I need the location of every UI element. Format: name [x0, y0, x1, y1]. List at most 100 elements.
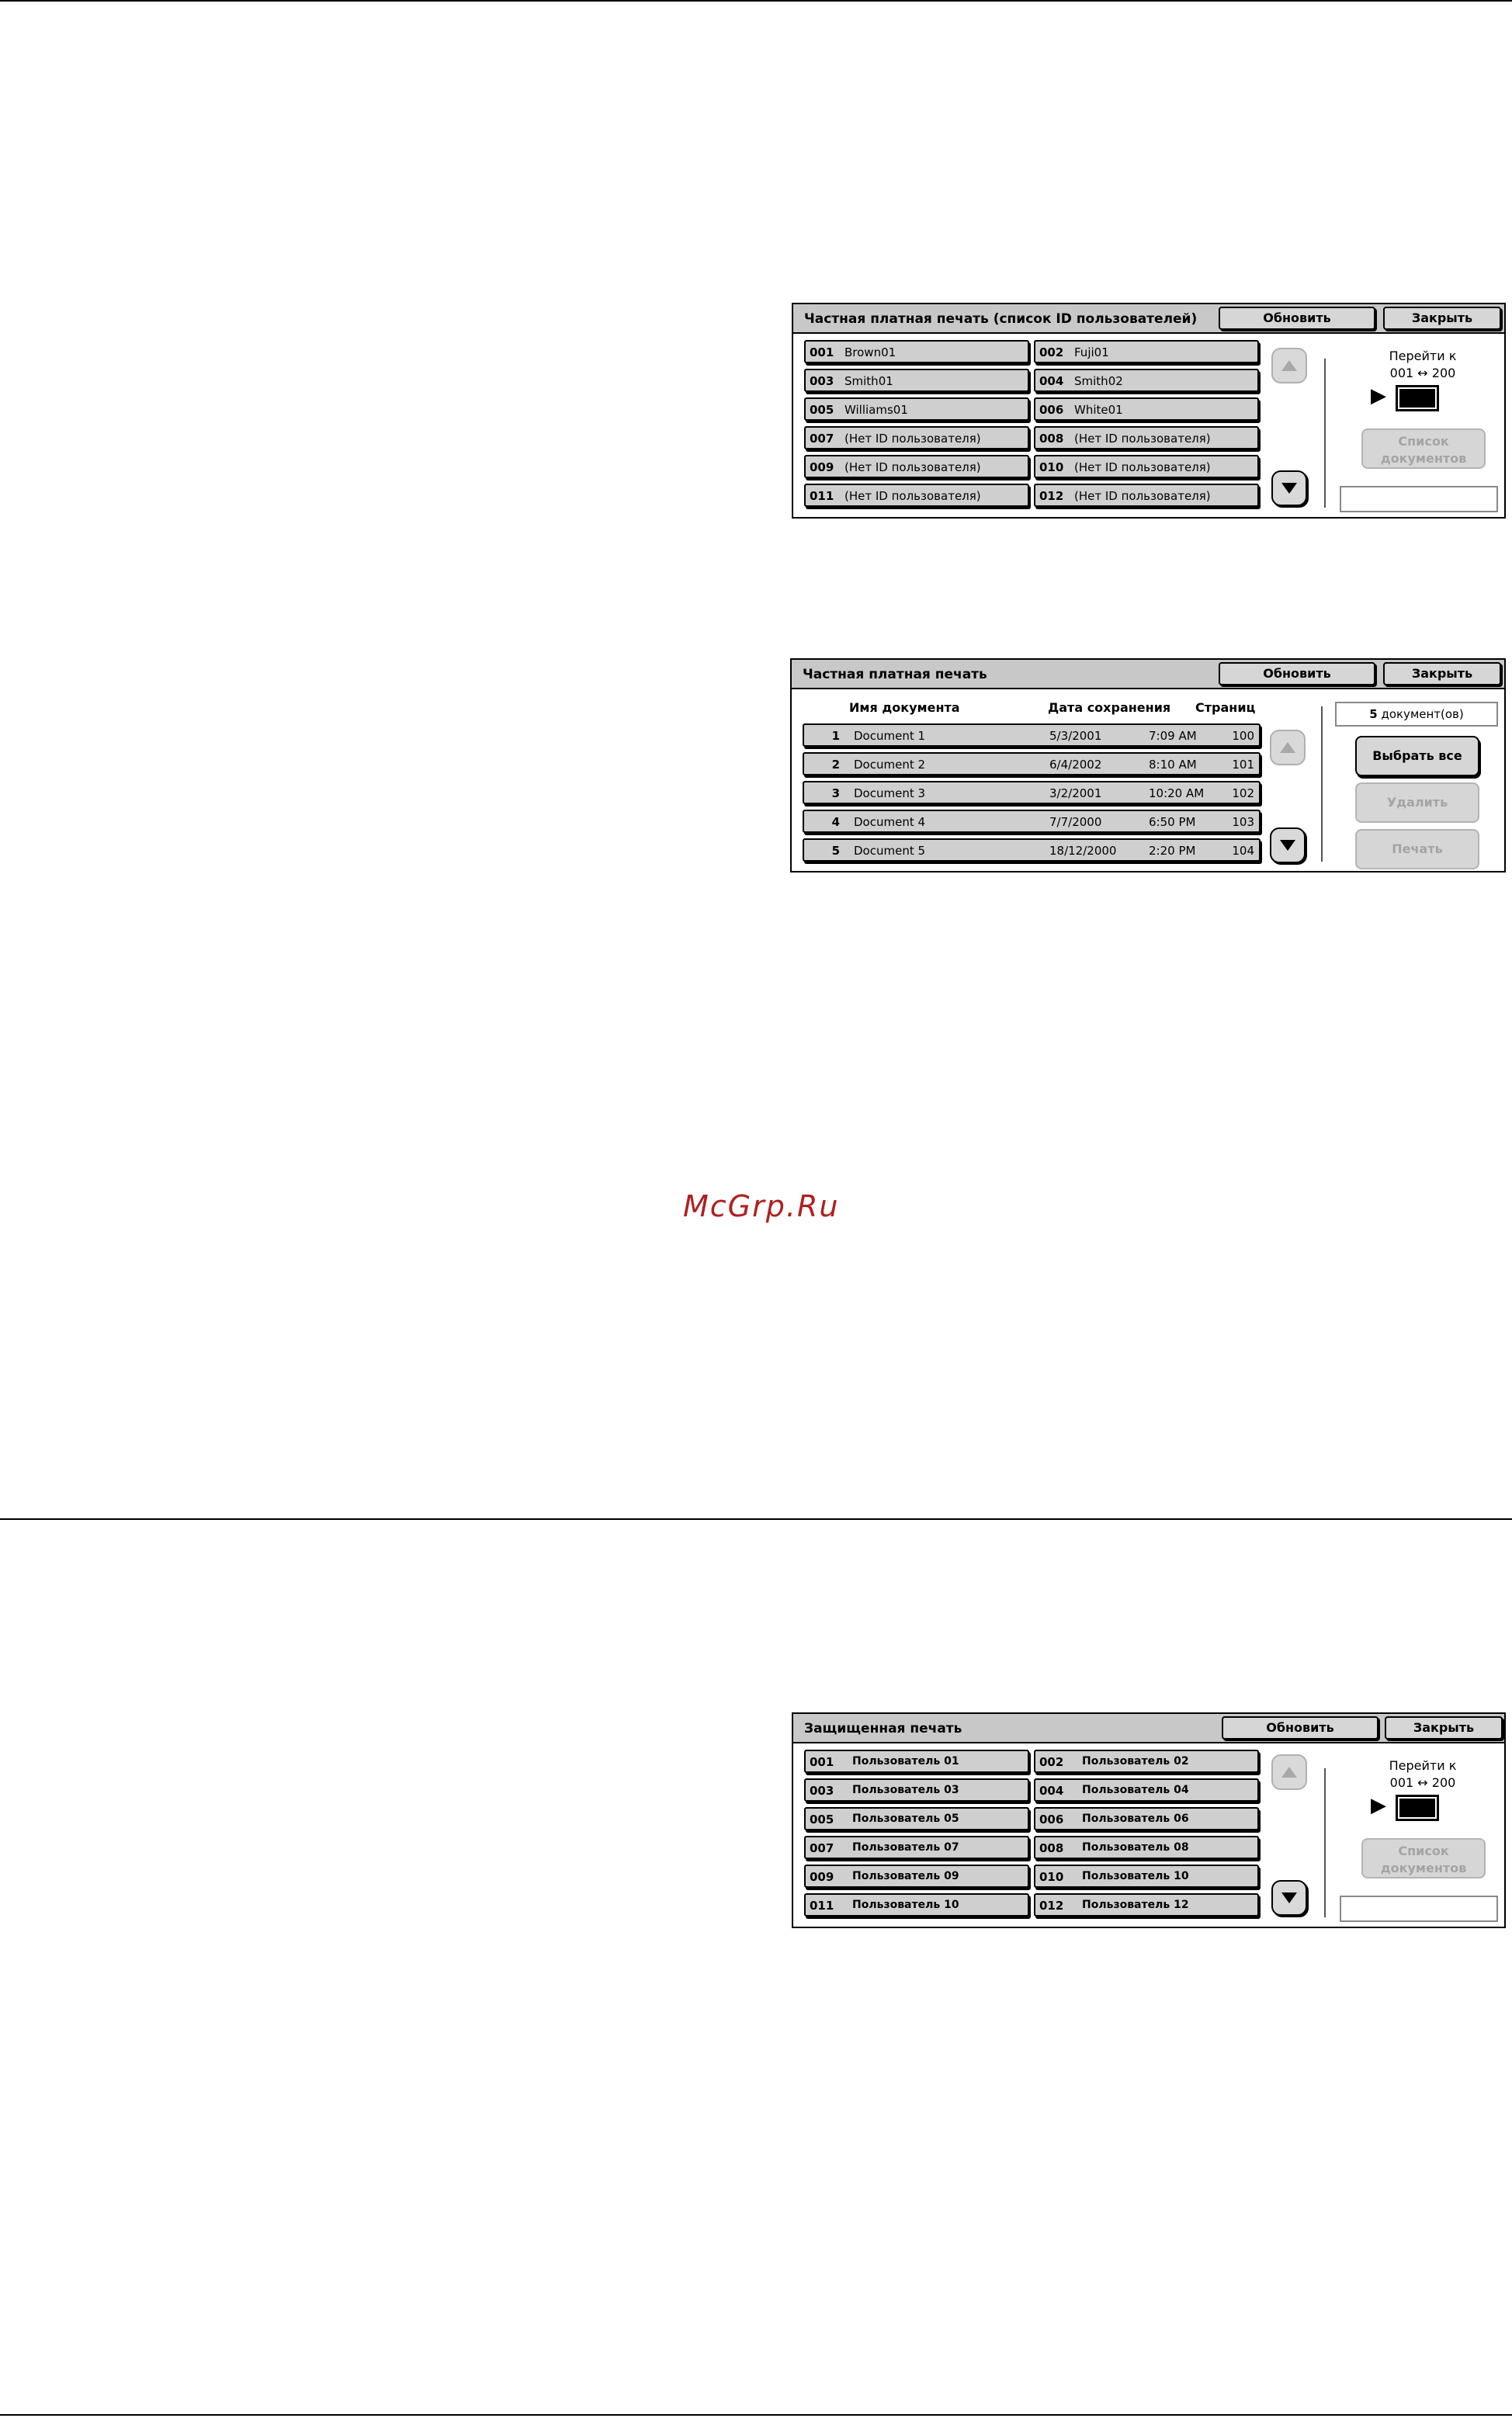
document-date: 18/12/2000	[1049, 844, 1117, 858]
user-number: 001	[810, 345, 834, 359]
title-bar: Частная платная печать Обновить Закрыть	[792, 660, 1504, 689]
user-id-button[interactable]: 007 Пользователь 07	[804, 1836, 1029, 1859]
document-name: Document 4	[854, 815, 926, 829]
user-id-button[interactable]: 009 Пользователь 09	[804, 1865, 1029, 1888]
play-arrow-icon: ▶	[1371, 1793, 1386, 1816]
close-button[interactable]: Закрыть	[1385, 1716, 1503, 1740]
document-row[interactable]: 2 Document 2 6/4/2002 8:10 AM 101	[803, 752, 1261, 775]
document-index: 1	[831, 729, 840, 743]
private-charge-print-document-panel: Частная платная печать Обновить Закрыть …	[790, 658, 1506, 872]
user-id-button[interactable]: 010 (Нет ID пользователя)	[1034, 455, 1259, 478]
document-date: 6/4/2002	[1049, 758, 1102, 772]
refresh-button[interactable]: Обновить	[1219, 662, 1375, 685]
user-number: 009	[810, 460, 834, 474]
refresh-button[interactable]: Обновить	[1222, 1716, 1378, 1740]
user-number: 002	[1039, 1755, 1064, 1769]
user-number: 005	[810, 1813, 834, 1827]
document-list-button[interactable]: Список документов	[1361, 1838, 1486, 1879]
goto-text: Перейти к	[1389, 349, 1457, 363]
scroll-up-button[interactable]	[1271, 1754, 1307, 1790]
user-number: 011	[810, 489, 834, 503]
document-list-button[interactable]: Список документов	[1361, 428, 1486, 469]
document-list-label-2: документов	[1380, 451, 1467, 466]
user-name: Brown01	[844, 345, 896, 359]
triangle-up-icon	[1281, 360, 1297, 371]
user-id-button[interactable]: 011 (Нет ID пользователя)	[804, 484, 1029, 507]
scroll-down-button[interactable]	[1271, 470, 1307, 506]
user-name: Пользователь 09	[852, 1870, 959, 1882]
document-index: 5	[831, 844, 840, 858]
document-row[interactable]: 3 Document 3 3/2/2001 10:20 AM 102	[803, 781, 1261, 804]
user-number: 008	[1039, 1841, 1064, 1855]
user-number: 006	[1039, 1813, 1064, 1827]
document-name: Document 5	[854, 844, 926, 858]
user-id-button[interactable]: 001 Brown01	[804, 340, 1029, 363]
user-number: 002	[1039, 345, 1064, 359]
column-header-pages: Страниц	[1195, 700, 1256, 715]
user-id-button[interactable]: 006 Пользователь 06	[1034, 1807, 1259, 1830]
user-id-button[interactable]: 009 (Нет ID пользователя)	[804, 455, 1029, 478]
goto-number-field[interactable]	[1396, 385, 1439, 411]
user-name: (Нет ID пользователя)	[844, 432, 981, 446]
user-number: 012	[1039, 489, 1064, 503]
close-button[interactable]: Закрыть	[1383, 307, 1501, 330]
user-id-button[interactable]: 003 Smith01	[804, 369, 1029, 392]
document-time: 6:50 PM	[1149, 815, 1196, 829]
user-number: 005	[810, 403, 834, 417]
user-number: 004	[1039, 1784, 1064, 1798]
user-number: 003	[810, 1784, 834, 1798]
goto-number-field[interactable]	[1396, 1795, 1439, 1821]
user-id-button[interactable]: 005 Williams01	[804, 397, 1029, 421]
select-all-button[interactable]: Выбрать все	[1355, 736, 1479, 776]
scroll-up-button[interactable]	[1271, 348, 1307, 383]
document-row[interactable]: 4 Document 4 7/7/2000 6:50 PM 103	[803, 810, 1261, 833]
user-id-button[interactable]: 008 Пользователь 08	[1034, 1836, 1259, 1859]
delete-button[interactable]: Удалить	[1355, 782, 1479, 823]
user-id-button[interactable]: 004 Smith02	[1034, 369, 1259, 392]
user-id-button[interactable]: 001 Пользователь 01	[804, 1750, 1029, 1773]
user-id-button[interactable]: 008 (Нет ID пользователя)	[1034, 426, 1259, 449]
refresh-button[interactable]: Обновить	[1219, 307, 1375, 330]
user-name: Пользователь 05	[852, 1813, 959, 1825]
user-id-button[interactable]: 003 Пользователь 03	[804, 1778, 1029, 1802]
document-count-field: 5 документ(ов)	[1335, 702, 1498, 727]
scroll-down-button[interactable]	[1271, 1880, 1307, 1916]
goto-range: 001 ↔ 200	[1389, 1775, 1456, 1790]
document-time: 10:20 AM	[1149, 786, 1205, 800]
scroll-up-button[interactable]	[1270, 730, 1306, 765]
panel-title: Частная платная печать	[803, 667, 987, 682]
document-name: Document 2	[854, 758, 926, 772]
user-number: 007	[810, 432, 834, 446]
user-name: Williams01	[844, 403, 908, 417]
user-name: Пользователь 03	[852, 1784, 959, 1796]
user-id-button[interactable]: 006 White01	[1034, 397, 1259, 421]
close-button[interactable]: Закрыть	[1383, 662, 1501, 685]
print-button[interactable]: Печать	[1355, 829, 1479, 869]
column-header-date: Дата сохранения	[1048, 700, 1171, 715]
document-row[interactable]: 5 Document 5 18/12/2000 2:20 PM 104	[803, 838, 1261, 862]
user-id-button[interactable]: 010 Пользователь 10	[1034, 1865, 1259, 1888]
user-name: Пользователь 04	[1082, 1784, 1189, 1796]
document-name: Document 3	[854, 786, 926, 800]
triangle-up-icon	[1281, 1767, 1297, 1778]
user-number: 010	[1039, 1870, 1064, 1884]
user-id-button[interactable]: 011 Пользователь 10	[804, 1893, 1029, 1917]
user-id-button[interactable]: 007 (Нет ID пользователя)	[804, 426, 1029, 449]
triangle-down-icon	[1280, 840, 1295, 851]
user-id-button[interactable]: 002 Fuji01	[1034, 340, 1259, 363]
scroll-down-button[interactable]	[1270, 827, 1306, 863]
secure-print-panel: Защищенная печать Обновить Закрыть 001 По…	[792, 1712, 1506, 1928]
user-id-button[interactable]: 012 (Нет ID пользователя)	[1034, 484, 1259, 507]
user-id-button[interactable]: 002 Пользователь 02	[1034, 1750, 1259, 1773]
panel-title: Частная платная печать (список ID пользо…	[804, 311, 1198, 327]
private-charge-print-user-list-panel: Частная платная печать (список ID пользо…	[792, 303, 1506, 519]
user-id-button[interactable]: 012 Пользователь 12	[1034, 1893, 1259, 1917]
user-id-button[interactable]: 004 Пользователь 04	[1034, 1778, 1259, 1802]
document-row[interactable]: 1 Document 1 5/3/2001 7:09 AM 100	[803, 723, 1261, 747]
user-name: Пользователь 06	[1082, 1813, 1189, 1825]
document-pages: 101	[1232, 758, 1254, 772]
document-index: 4	[831, 815, 840, 829]
divider	[1324, 359, 1326, 508]
user-name: Smith02	[1074, 374, 1123, 388]
user-id-button[interactable]: 005 Пользователь 05	[804, 1807, 1029, 1830]
